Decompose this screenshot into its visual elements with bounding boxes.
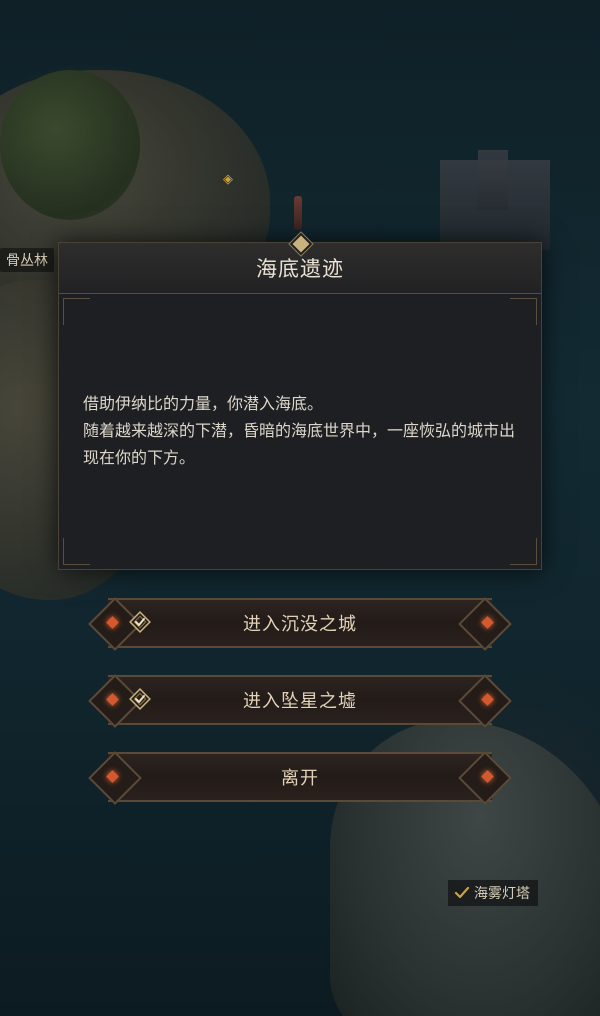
corner-ornament-icon — [510, 538, 537, 565]
beacon-label-text: 海雾灯塔 — [474, 886, 530, 902]
option-enter-sunken-city-button[interactable]: 进入沉没之城 — [88, 597, 512, 651]
event-dialog: 海底遗迹 借助伊纳比的力量，你潜入海底。 随着越来越深的下潜，昏暗的海底世界中，… — [58, 232, 542, 570]
corner-ornament-icon — [510, 298, 537, 325]
check-icon — [454, 886, 470, 899]
option-label: 离开 — [281, 768, 319, 789]
option-label: 进入坠星之墟 — [243, 691, 357, 712]
map-ruins-tower — [478, 150, 508, 210]
dialog-body: 借助伊纳比的力量，你潜入海底。 随着越来越深的下潜，昏暗的海底世界中，一座恢弘的… — [59, 294, 541, 569]
description-line-1: 借助伊纳比的力量，你潜入海底。 — [83, 394, 324, 413]
dialog-title: 海底遗迹 — [256, 257, 344, 281]
option-enter-fallen-star-ruins-button[interactable]: 进入坠星之墟 — [88, 674, 512, 728]
map-label-jungle[interactable]: 骨丛林 — [0, 248, 54, 272]
corner-ornament-icon — [63, 298, 90, 325]
map-label-beacon[interactable]: 海雾灯塔 — [448, 880, 538, 906]
game-screen: ◈ 骨丛林 海底遗迹 借助伊纳比的力量，你潜入海底。 随着越来越深的下潜，昏暗的… — [0, 0, 600, 1016]
dialog-description: 借助伊纳比的力量，你潜入海底。 随着越来越深的下潜，昏暗的海底世界中，一座恢弘的… — [83, 390, 523, 471]
option-leave-button[interactable]: 离开 — [88, 751, 512, 805]
location-marker-icon[interactable]: ◈ — [223, 172, 233, 187]
map-forest — [0, 70, 140, 220]
option-label: 进入沉没之城 — [243, 614, 357, 635]
map-pillar — [294, 196, 302, 230]
description-line-2: 随着越来越深的下潜，昏暗的海底世界中，一座恢弘的城市出现在你的下方。 — [83, 421, 516, 467]
corner-ornament-icon — [63, 538, 90, 565]
